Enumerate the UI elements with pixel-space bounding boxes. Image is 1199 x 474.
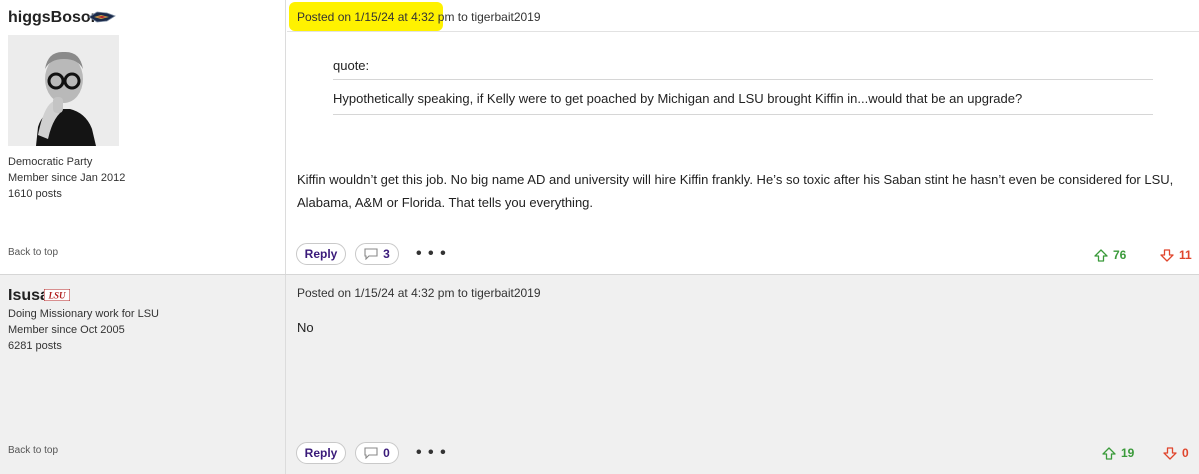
forum-post: Isusa LSU Doing Missionary work for LSU … [0,274,1199,474]
downvote-count: 11 [1179,248,1192,262]
avatar[interactable] [8,35,119,146]
upvote-button[interactable]: 19 [1102,446,1134,460]
comment-icon [364,447,378,459]
thumbs-down-arrow-icon [1163,446,1177,460]
author-username[interactable]: Isusa [8,287,49,305]
quote-block: quote: Hypothetically speaking, if Kelly… [333,50,1153,115]
author-meta: Doing Missionary work for LSU Member sin… [8,306,159,354]
lsu-logo-icon: LSU [44,289,70,301]
divider [287,31,1199,32]
comment-count: 3 [383,247,390,261]
reply-button[interactable]: Reply [296,243,346,265]
thumbs-down-arrow-icon [1160,248,1174,262]
comment-count: 0 [383,446,390,460]
quote-label: quote: [333,58,370,73]
comment-count-button[interactable]: 0 [355,442,399,464]
post-author-sidebar: Isusa LSU Doing Missionary work for LSU … [0,275,286,474]
post-content: Posted on 1/15/24 at 4:32 pm to tigerbai… [287,275,1199,474]
member-since: Member since Oct 2005 [8,324,125,336]
author-meta: Democratic Party Member since Jan 2012 1… [8,154,125,202]
thumbs-up-arrow-icon [1102,446,1116,460]
upvote-count: 19 [1121,446,1135,460]
reply-target[interactable]: to tigerbait2019 [454,10,541,24]
quote-text: Hypothetically speaking, if Kelly were t… [333,91,1023,106]
member-since: Member since Jan 2012 [8,172,126,184]
post-count: 1610 posts [8,188,62,200]
author-affiliation: Democratic Party [8,156,93,168]
downvote-button[interactable]: 11 [1160,248,1192,262]
post-timestamp-link[interactable]: Posted on 1/15/24 at 4:32 pm [297,286,454,300]
divider [333,79,1153,80]
pelicans-logo-icon [88,11,116,23]
post-content: Posted on 1/15/24 at 4:32 pm to tigerbai… [287,0,1199,274]
more-options-button[interactable]: • • • [416,245,447,263]
post-header: Posted on 1/15/24 at 4:32 pm to tigerbai… [289,2,541,31]
post-timestamp-link[interactable]: Posted on 1/15/24 at 4:32 pm [297,10,454,24]
back-to-top-link[interactable]: Back to top [8,247,58,258]
reply-target[interactable]: to tigerbait2019 [454,286,541,300]
upvote-count: 76 [1113,248,1127,262]
downvote-count: 0 [1182,446,1189,460]
back-to-top-link[interactable]: Back to top [8,445,58,456]
comment-icon [364,248,378,260]
svg-text:LSU: LSU [47,291,66,301]
post-count: 6281 posts [8,340,62,352]
author-affiliation: Doing Missionary work for LSU [8,308,159,320]
author-username[interactable]: higgsBoson [8,9,100,27]
downvote-button[interactable]: 0 [1163,446,1189,460]
forum-post: higgsBoson Democratic Party Member since… [0,0,1199,274]
divider [333,114,1153,115]
post-author-sidebar: higgsBoson Democratic Party Member since… [0,0,286,274]
post-body: Kiffin wouldn’t get this job. No big nam… [297,172,1174,210]
comment-count-button[interactable]: 3 [355,243,399,265]
post-header: Posted on 1/15/24 at 4:32 pm to tigerbai… [297,286,541,300]
reply-button[interactable]: Reply [296,442,346,464]
thumbs-up-arrow-icon [1094,248,1108,262]
more-options-button[interactable]: • • • [416,444,447,462]
upvote-button[interactable]: 76 [1094,248,1126,262]
post-body: No [297,320,314,335]
